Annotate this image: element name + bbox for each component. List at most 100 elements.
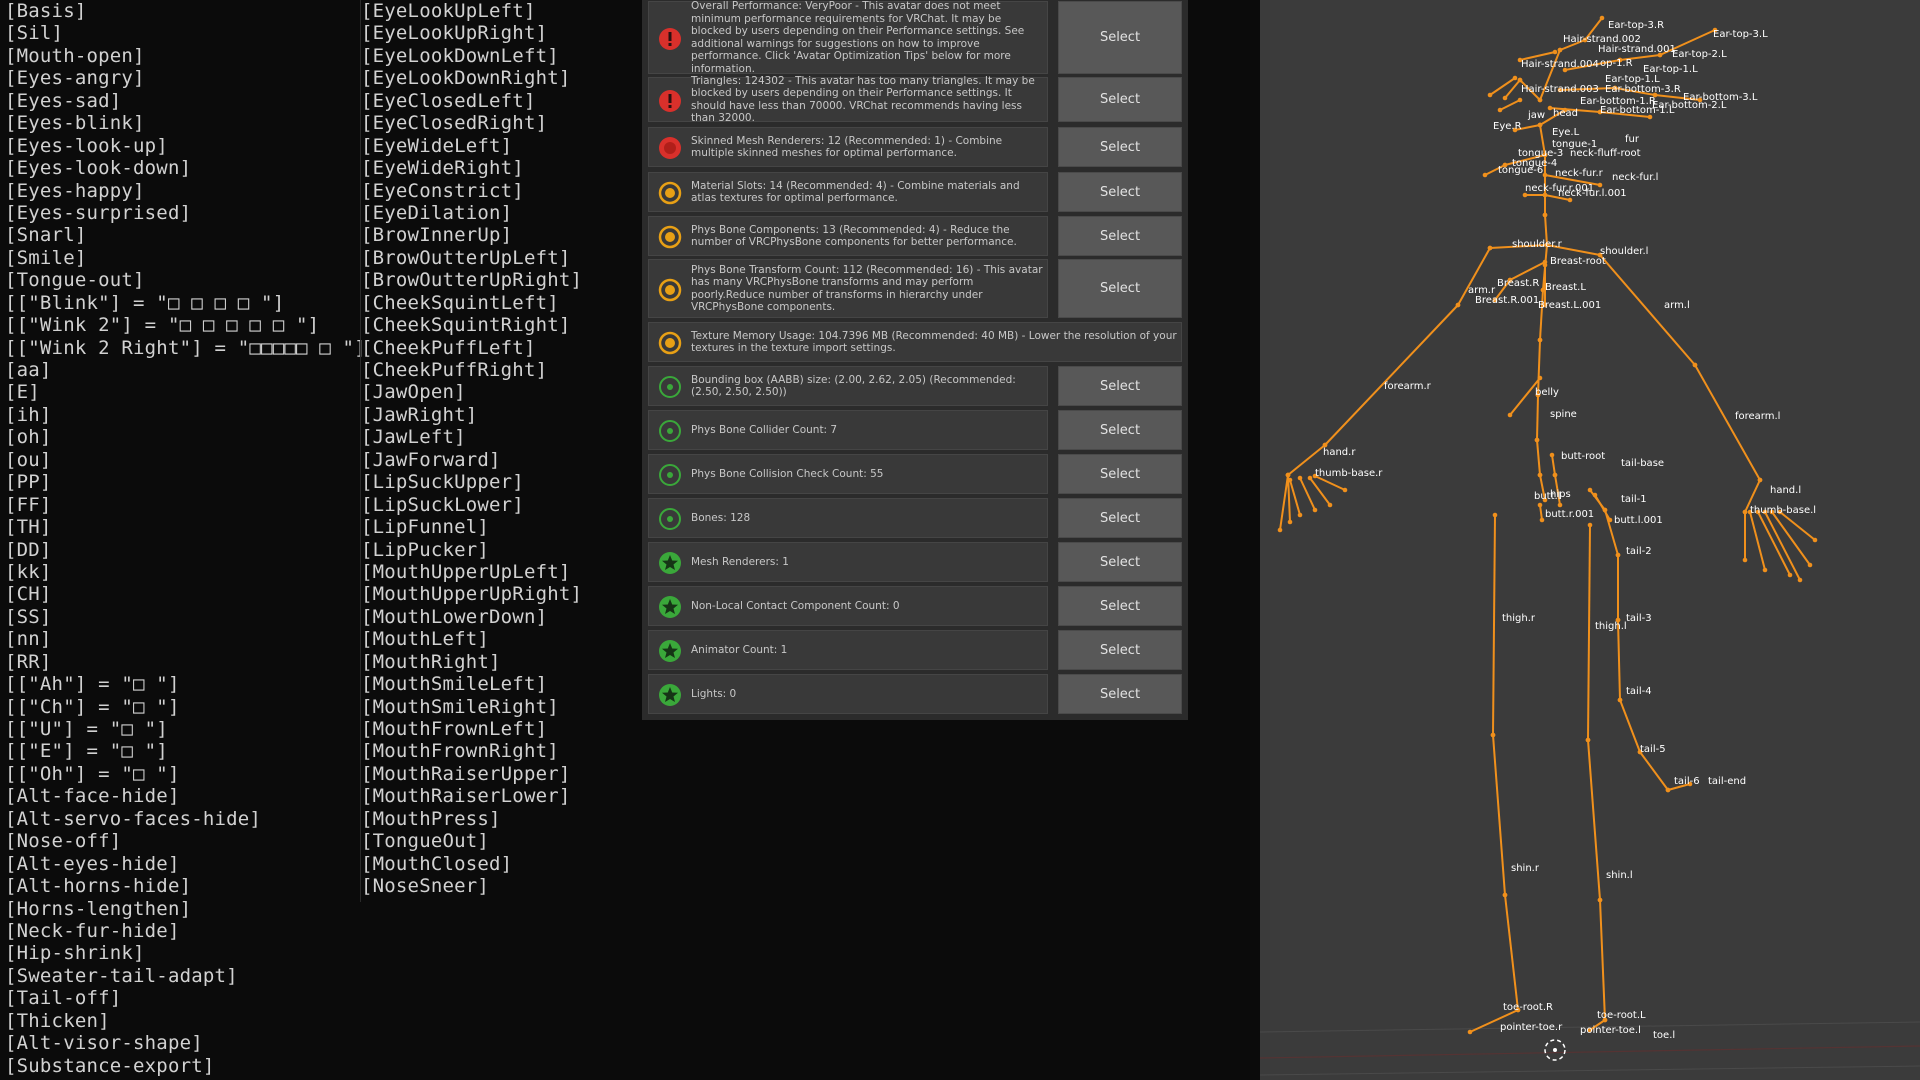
bone-joint[interactable] [1597,897,1603,903]
bone-joint[interactable] [1307,475,1313,481]
select-button[interactable]: Select [1058,216,1182,256]
bone-joint[interactable] [1762,567,1768,573]
select-button[interactable]: Select [1058,498,1182,538]
bone[interactable] [1279,474,1289,531]
bone-joint[interactable] [1807,562,1813,568]
select-button[interactable]: Select [1058,77,1182,122]
bone-joint[interactable] [1592,492,1598,498]
bone-joint[interactable] [1537,472,1543,478]
bone-joint[interactable] [1557,47,1563,53]
bone-joint[interactable] [1534,437,1540,443]
bone-joint[interactable] [1312,507,1318,513]
bone-joint[interactable] [1490,732,1496,738]
bone[interactable] [1324,304,1459,446]
bone-joint[interactable] [1547,105,1553,111]
bone-joint[interactable] [1812,537,1818,543]
bone[interactable] [1492,734,1506,896]
bone-joint[interactable] [1287,519,1293,525]
bone-joint[interactable] [1482,172,1488,178]
bone-joint[interactable] [1597,182,1603,188]
bone[interactable] [1779,511,1816,541]
bone-joint[interactable] [1617,697,1623,703]
bone[interactable] [1587,739,1601,901]
bone-joint[interactable] [1285,472,1291,478]
bone-joint[interactable] [1549,452,1555,458]
bone[interactable] [1489,77,1516,96]
bone-joint[interactable] [1542,212,1548,218]
bone-joint[interactable] [1342,487,1348,493]
bone[interactable] [1764,511,1801,581]
bone-joint[interactable] [1587,487,1593,493]
bone-joint[interactable] [1502,892,1508,898]
bone-joint[interactable] [1297,475,1303,481]
bone-joint[interactable] [1539,517,1545,523]
bone[interactable] [1639,751,1669,791]
bone-joint[interactable] [1742,557,1748,563]
select-button[interactable]: Select [1058,1,1182,74]
bone-joint[interactable] [1537,337,1543,343]
bone-joint[interactable] [1665,787,1671,793]
select-button[interactable]: Select [1058,259,1182,318]
bone-joint[interactable] [1487,245,1493,251]
bone-joint[interactable] [1502,95,1508,101]
bone-joint[interactable] [1537,375,1543,381]
select-button[interactable]: Select [1058,630,1182,670]
bone-joint[interactable] [1787,572,1793,578]
bone-joint[interactable] [1492,512,1498,518]
bone-joint[interactable] [1517,77,1523,83]
bone-joint[interactable] [1585,737,1591,743]
select-button[interactable]: Select [1058,127,1182,167]
bone-joint[interactable] [1537,97,1543,103]
bone[interactable] [1587,524,1591,741]
bone[interactable] [1539,289,1544,341]
select-button[interactable]: Select [1058,454,1182,494]
select-button[interactable]: Select [1058,172,1182,212]
bone-joint[interactable] [1467,1029,1473,1035]
select-button[interactable]: Select [1058,366,1182,406]
bone-joint[interactable] [1552,472,1558,478]
bone[interactable] [1694,364,1761,481]
bone-joint[interactable] [1692,362,1698,368]
armature-view[interactable]: Ear-top-3.RHair-strand.002Hair-strand.00… [1260,0,1920,1080]
bone-joint[interactable] [1327,502,1333,508]
bone[interactable] [1617,619,1621,701]
bone[interactable] [1757,511,1791,576]
bone-joint[interactable] [1542,172,1548,178]
bone-joint[interactable] [1277,527,1283,533]
bone-joint[interactable] [1797,577,1803,583]
bone[interactable] [1594,494,1611,521]
bone-joint[interactable] [1607,517,1613,523]
bone[interactable] [1504,894,1519,1011]
select-button[interactable]: Select [1058,410,1182,450]
bone-joint[interactable] [1615,552,1621,558]
bone-joint[interactable] [1497,107,1503,113]
bone-joint[interactable] [1542,262,1548,268]
bone-joint[interactable] [1557,502,1563,508]
bone[interactable] [1536,439,1541,476]
bone-joint[interactable] [1599,15,1605,21]
bone-joint[interactable] [1455,302,1461,308]
bone[interactable] [1599,899,1606,1021]
bone[interactable] [1492,514,1496,736]
bone-joint[interactable] [1537,122,1543,128]
bone-joint[interactable] [1517,97,1523,103]
bone[interactable] [1551,454,1556,476]
bone-joint[interactable] [1507,412,1513,418]
select-button[interactable]: Select [1058,586,1182,626]
bone-joint[interactable] [1512,75,1518,81]
bone-joint[interactable] [1287,477,1293,483]
bone[interactable] [1619,699,1641,753]
bone-joint[interactable] [1757,477,1763,483]
bone-joint[interactable] [1487,92,1493,98]
bone-joint[interactable] [1537,502,1543,508]
bone-joint[interactable] [1297,512,1303,518]
blender-viewport[interactable]: Ear-top-3.R Hair-strand.002 Hair-strand.00… [1260,0,1920,1080]
bone[interactable] [1499,99,1521,111]
bone-joint[interactable] [1587,522,1593,528]
select-button[interactable]: Select [1058,674,1182,714]
bone[interactable] [1536,394,1539,441]
bone-joint[interactable] [1742,509,1748,515]
bone[interactable] [1289,479,1301,516]
select-button[interactable]: Select [1058,542,1182,582]
bone-joint[interactable] [1552,49,1558,55]
